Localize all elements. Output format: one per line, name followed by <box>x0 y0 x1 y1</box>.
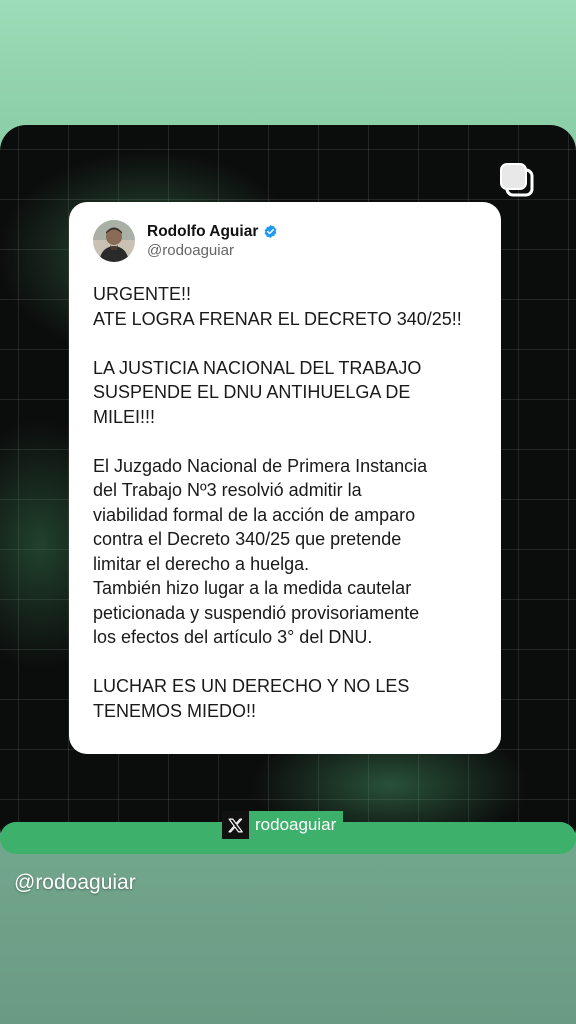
source-tag[interactable]: rodoaguiar <box>222 811 344 839</box>
tweet-paragraph: URGENTE!! ATE LOGRA FRENAR EL DECRETO 34… <box>93 284 462 329</box>
mention-sticker[interactable]: @rodoaguiar <box>14 871 136 895</box>
tweet-paragraph: LA JUSTICIA NACIONAL DEL TRABAJO SUSPEND… <box>93 357 422 427</box>
tweet-paragraph: LUCHAR ES UN DERECHO Y NO LES TENEMOS MI… <box>93 676 410 721</box>
source-handle: rodoaguiar <box>249 811 344 839</box>
author-handle[interactable]: @rodoaguiar <box>147 241 278 260</box>
tweet-body: URGENTE!! ATE LOGRA FRENAR EL DECRETO 34… <box>93 282 479 723</box>
x-logo-icon <box>222 811 249 839</box>
author-block: Rodolfo Aguiar @rodoaguiar <box>147 222 278 260</box>
avatar[interactable] <box>93 220 135 262</box>
story-card: Rodolfo Aguiar @rodoaguiar URGENTE!! ATE… <box>0 125 576 853</box>
tweet-card: Rodolfo Aguiar @rodoaguiar URGENTE!! ATE… <box>69 202 501 754</box>
verified-badge-icon <box>263 224 278 239</box>
tweet-paragraph: El Juzgado Nacional de Primera Instancia… <box>93 455 428 648</box>
tweet-header: Rodolfo Aguiar @rodoaguiar <box>93 219 479 263</box>
display-name[interactable]: Rodolfo Aguiar <box>147 222 258 241</box>
square-stack-icon[interactable] <box>498 161 538 201</box>
